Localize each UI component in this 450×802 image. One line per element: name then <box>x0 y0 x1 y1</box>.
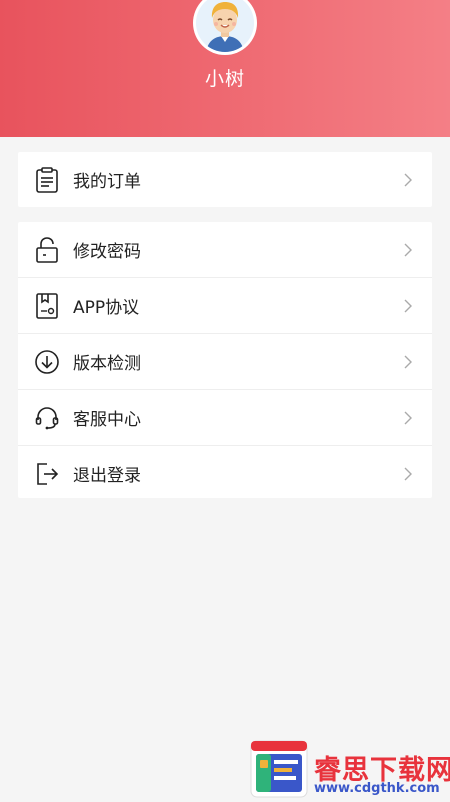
settings-card: 修改密码 APP协议 版本检测 客服中心 退出登录 <box>18 222 432 498</box>
menu-item-version-check[interactable]: 版本检测 <box>18 333 432 389</box>
watermark-logo-icon <box>250 740 308 798</box>
orders-card: 我的订单 <box>18 152 432 207</box>
menu-item-label: 我的订单 <box>73 172 141 192</box>
logout-icon <box>33 460 61 488</box>
download-circle-icon <box>33 348 61 376</box>
clipboard-icon <box>33 166 61 194</box>
unlock-icon <box>33 236 61 264</box>
menu-item-customer-service[interactable]: 客服中心 <box>18 389 432 445</box>
menu-item-label: APP协议 <box>73 298 140 318</box>
username: 小树 <box>204 68 245 90</box>
chevron-right-icon <box>402 355 414 369</box>
chevron-right-icon <box>402 299 414 313</box>
menu-item-label: 退出登录 <box>73 466 141 486</box>
menu-item-app-agreement[interactable]: APP协议 <box>18 277 432 333</box>
watermark: 睿思下载网 www.cdgthk.com <box>248 738 450 800</box>
menu-item-logout[interactable]: 退出登录 <box>18 445 432 501</box>
menu-item-label: 修改密码 <box>73 242 141 262</box>
chevron-right-icon <box>402 243 414 257</box>
chevron-right-icon <box>402 467 414 481</box>
menu-item-change-password[interactable]: 修改密码 <box>18 222 432 277</box>
headset-icon <box>33 404 61 432</box>
menu-item-label: 客服中心 <box>73 410 141 430</box>
agreement-icon <box>33 292 61 320</box>
chevron-right-icon <box>402 173 414 187</box>
menu-item-label: 版本检测 <box>73 354 141 374</box>
chevron-right-icon <box>402 411 414 425</box>
avatar[interactable] <box>196 0 254 52</box>
watermark-url: www.cdgthk.com <box>314 781 440 796</box>
menu-item-my-orders[interactable]: 我的订单 <box>18 152 432 207</box>
profile-header: 小树 <box>0 0 450 137</box>
